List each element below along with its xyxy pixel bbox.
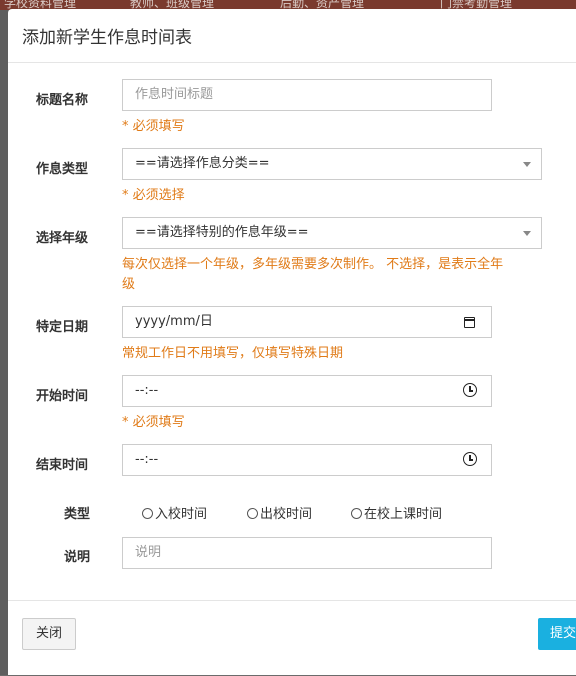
title-required-hint: * 必须填写 xyxy=(122,119,185,134)
grade-select-value: ==请选择特别的作息年级== xyxy=(135,225,309,240)
modal-header: 添加新学生作息时间表 xyxy=(8,9,576,63)
note-input[interactable]: 说明 xyxy=(122,537,492,569)
radio-circle-icon[interactable] xyxy=(142,508,153,519)
type-select-value: ==请选择作息分类== xyxy=(135,156,270,171)
grade-hint-line1: 每次仅选择一个年级，多年级需要多次制作。 不选择，是表示全年 xyxy=(122,257,504,272)
date-input[interactable]: yyyy/mm/日 xyxy=(122,306,492,338)
end-time-label: 结束时间 xyxy=(36,458,89,473)
radio-label: 入校时间 xyxy=(155,507,208,522)
radio-label: 出校时间 xyxy=(260,507,313,522)
radio-circle-icon[interactable] xyxy=(247,508,258,519)
type-select[interactable]: ==请选择作息分类== xyxy=(122,148,542,180)
end-time-input[interactable]: --:-- xyxy=(122,444,492,476)
date-hint: 常规工作日不用填写，仅填写特殊日期 xyxy=(122,346,344,361)
date-label: 特定日期 xyxy=(36,320,89,335)
start-time-input[interactable]: --:-- xyxy=(122,375,492,407)
chevron-down-icon xyxy=(523,231,531,236)
clock-icon[interactable] xyxy=(463,452,477,466)
add-schedule-modal: 添加新学生作息时间表 标题名称 作息时间标题 * 必须填写 作息类型 ==请选择… xyxy=(8,9,576,675)
modal-title: 添加新学生作息时间表 xyxy=(22,28,192,48)
type-label: 作息类型 xyxy=(36,162,89,177)
start-time-label: 开始时间 xyxy=(36,389,89,404)
start-time-value: --:-- xyxy=(135,383,159,398)
title-label: 标题名称 xyxy=(36,93,89,108)
title-input[interactable]: 作息时间标题 xyxy=(122,79,492,111)
grade-select[interactable]: ==请选择特别的作息年级== xyxy=(122,217,542,249)
radio-exit-time[interactable]: 出校时间 xyxy=(247,503,312,522)
grade-label: 选择年级 xyxy=(36,231,89,246)
background-overlay xyxy=(0,10,8,675)
submit-button[interactable]: 提交 xyxy=(538,618,576,650)
close-button[interactable]: 关闭 xyxy=(22,618,76,650)
radio-entry-time[interactable]: 入校时间 xyxy=(142,503,207,522)
radio-circle-icon[interactable] xyxy=(351,508,362,519)
grade-hint-line2: 级 xyxy=(122,277,136,292)
calendar-icon[interactable] xyxy=(464,317,475,328)
kind-label: 类型 xyxy=(64,507,91,522)
chevron-down-icon xyxy=(523,162,531,167)
radio-label: 在校上课时间 xyxy=(364,507,443,522)
note-label: 说明 xyxy=(64,550,91,565)
start-time-required-hint: * 必须填写 xyxy=(122,415,185,430)
type-required-hint: * 必须选择 xyxy=(122,188,185,203)
date-input-value: yyyy/mm/日 xyxy=(135,314,213,329)
radio-class-time[interactable]: 在校上课时间 xyxy=(351,503,442,522)
end-time-value: --:-- xyxy=(135,452,159,467)
modal-footer: 关闭 提交 xyxy=(8,600,576,676)
clock-icon[interactable] xyxy=(463,383,477,397)
